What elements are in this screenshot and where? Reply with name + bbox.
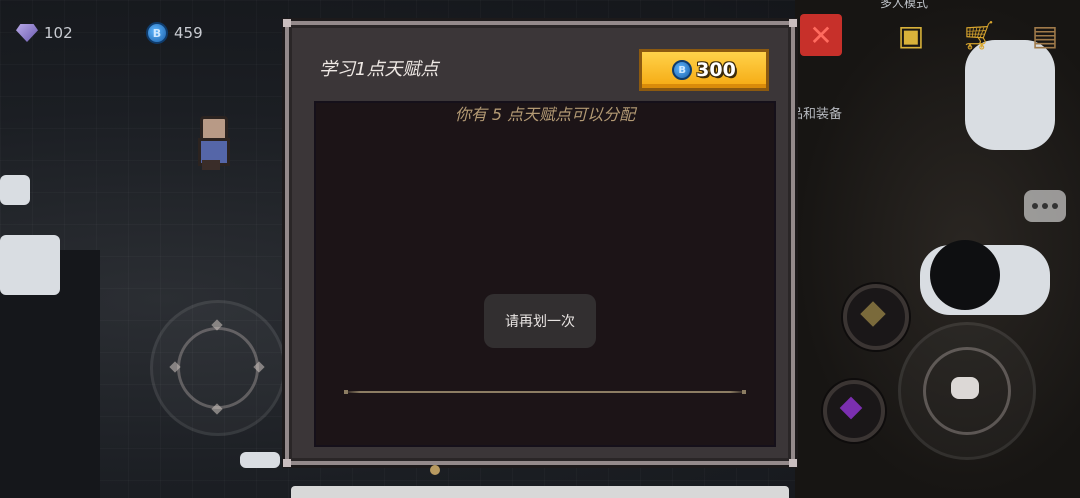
gem-icon: [16, 24, 38, 42]
snow-patch: [240, 452, 280, 468]
talent-dialog: 学习1点天赋点 B 300 你有 5 点天赋点可以分配: [283, 19, 797, 467]
toast-message: 请再划一次: [484, 294, 596, 348]
snow-patch: [0, 175, 30, 205]
coin-icon: B: [672, 60, 693, 80]
attack-icon: [951, 377, 979, 399]
close-icon[interactable]: ✕: [800, 14, 842, 56]
menu-icon[interactable]: ▤: [1024, 14, 1066, 56]
gem-count: 102: [44, 24, 73, 42]
coin-counter: B 459: [146, 20, 203, 46]
talent-points-hint: 你有 5 点天赋点可以分配: [454, 105, 636, 124]
skill-button[interactable]: [843, 284, 909, 350]
floor-item: [430, 465, 440, 475]
shop-cart-icon[interactable]: 🛒︎: [958, 14, 1000, 56]
dialog-title: 学习1点天赋点: [319, 59, 439, 80]
backpack-icon[interactable]: ▣: [890, 14, 932, 56]
weapon-switch-button[interactable]: [823, 380, 885, 442]
coin-icon: B: [146, 22, 168, 44]
dark-shadow: [930, 240, 1000, 310]
panel-divider: [344, 390, 746, 394]
move-joystick[interactable]: [150, 300, 286, 436]
talent-panel: 你有 5 点天赋点可以分配: [314, 101, 776, 447]
weapon-icon: [839, 396, 863, 420]
price-label: 300: [696, 59, 736, 81]
multiplayer-mode-label: 多人模式: [880, 0, 929, 10]
equipment-label: 品和装备: [790, 107, 843, 122]
player-character: [190, 112, 234, 172]
snow-patch: [965, 40, 1055, 150]
bottom-panel-edge: [291, 486, 789, 498]
joystick-knob: [177, 327, 259, 409]
coin-count: 459: [174, 24, 203, 42]
chat-icon[interactable]: [1024, 190, 1066, 222]
snow-patch: [0, 235, 60, 295]
attack-joystick[interactable]: [898, 322, 1036, 460]
game-screen: 102 B 459 多人模式 ✕ ▣ 🛒︎ ▤ 品和装备 学习1点天赋点 B 3…: [0, 0, 1080, 498]
learn-talent-button[interactable]: B 300: [639, 49, 769, 91]
skill-icon: [860, 301, 886, 327]
gem-counter: 102: [16, 20, 73, 46]
